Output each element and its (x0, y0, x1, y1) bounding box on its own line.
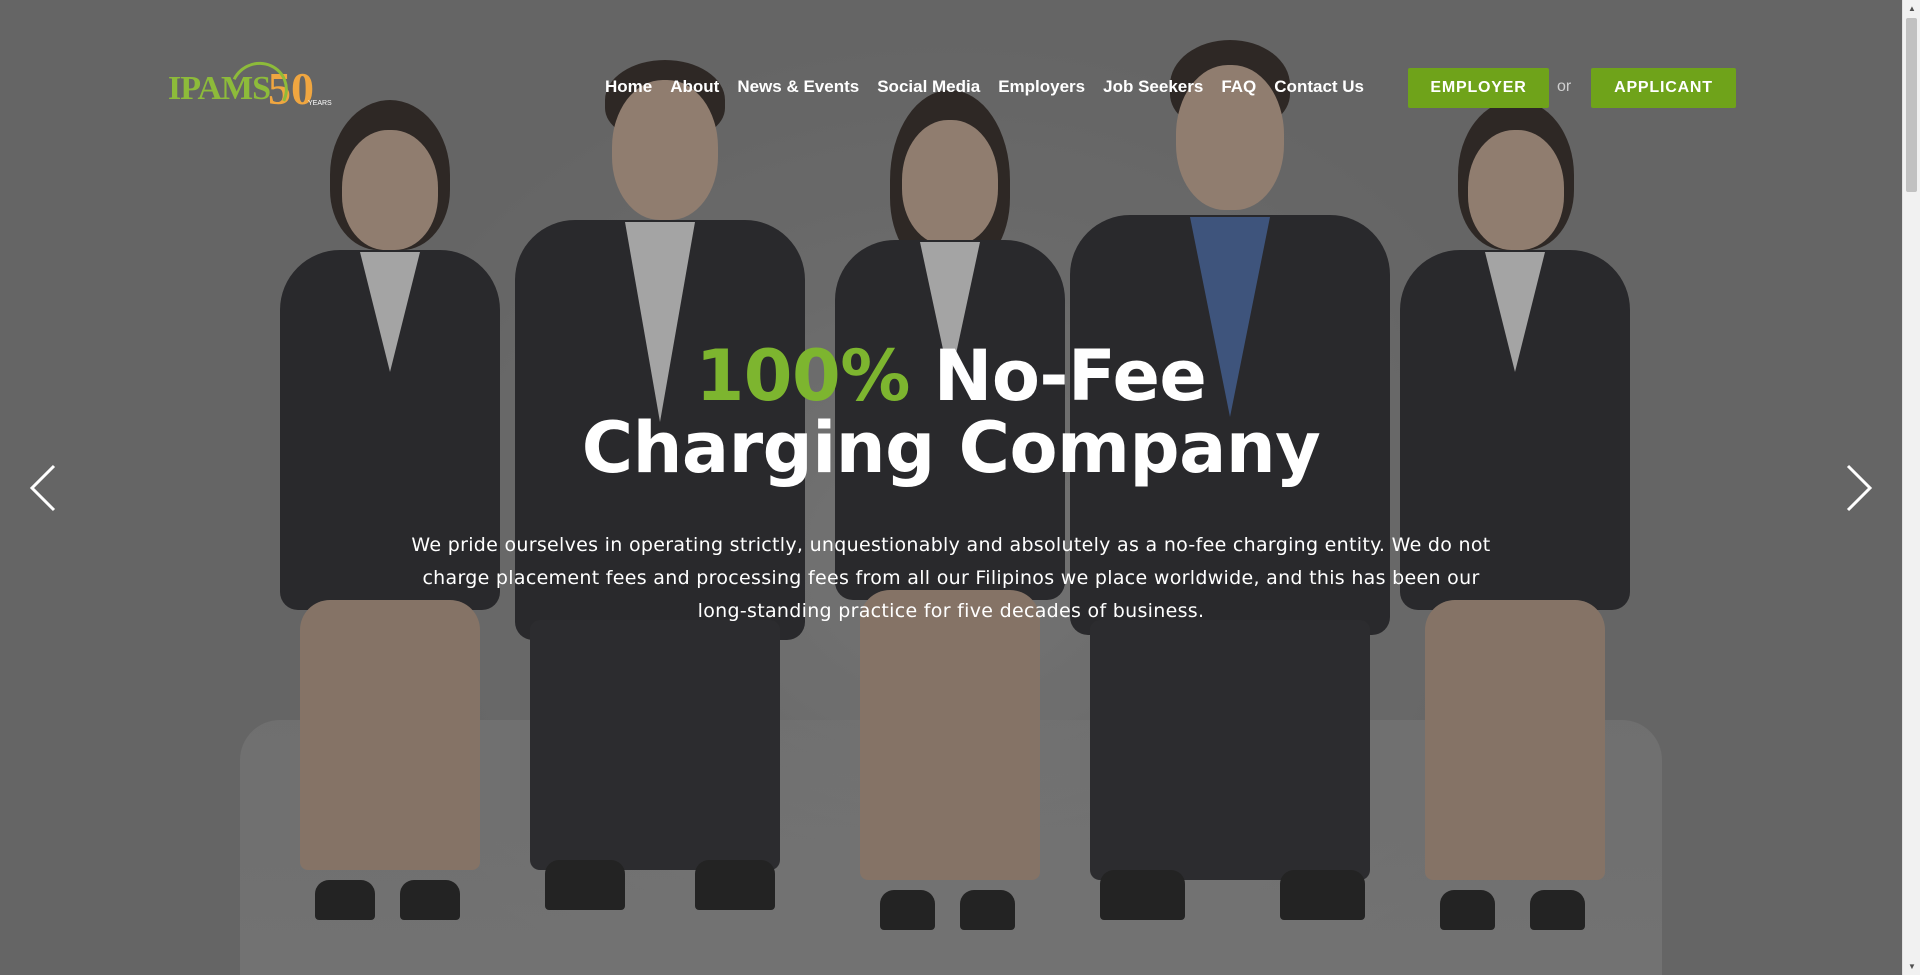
page-scrollbar[interactable]: ▲ ▼ (1902, 0, 1920, 975)
nav-social-media[interactable]: Social Media (868, 77, 989, 97)
or-separator: or (1557, 78, 1572, 95)
hero-description: We pride ourselves in operating strictly… (411, 534, 1491, 622)
headline-rest: No-Fee (933, 335, 1207, 417)
scroll-down-arrow-icon[interactable]: ▼ (1903, 958, 1920, 975)
slider-next-button[interactable] (1844, 463, 1874, 513)
nav-faq[interactable]: FAQ (1212, 77, 1265, 97)
nav-employers[interactable]: Employers (989, 77, 1094, 97)
nav-contact-us[interactable]: Contact Us (1265, 77, 1373, 97)
page: IPAMS 50 YEARS Home About News & Events … (0, 0, 1902, 975)
nav-job-seekers[interactable]: Job Seekers (1094, 77, 1212, 97)
headline-line2: Charging Company (581, 407, 1321, 489)
slider-prev-button[interactable] (28, 463, 58, 513)
applicant-button[interactable]: APPLICANT (1591, 68, 1736, 108)
chevron-right-icon (1846, 464, 1873, 512)
logo-years-label: YEARS (308, 100, 332, 107)
nav-home[interactable]: Home (596, 77, 661, 97)
main-nav: Home About News & Events Social Media Em… (596, 77, 1373, 97)
employer-button[interactable]: EMPLOYER (1408, 68, 1549, 108)
hero-headline: 100% No-Fee Charging Company (0, 340, 1902, 484)
nav-about[interactable]: About (661, 77, 728, 97)
chevron-left-icon (29, 464, 56, 512)
ipams-logo[interactable]: IPAMS 50 YEARS (168, 53, 340, 127)
nav-news-events[interactable]: News & Events (728, 77, 868, 97)
scroll-up-arrow-icon[interactable]: ▲ (1903, 0, 1920, 17)
scrollbar-thumb[interactable] (1906, 18, 1917, 192)
headline-accent: 100% (695, 335, 911, 417)
